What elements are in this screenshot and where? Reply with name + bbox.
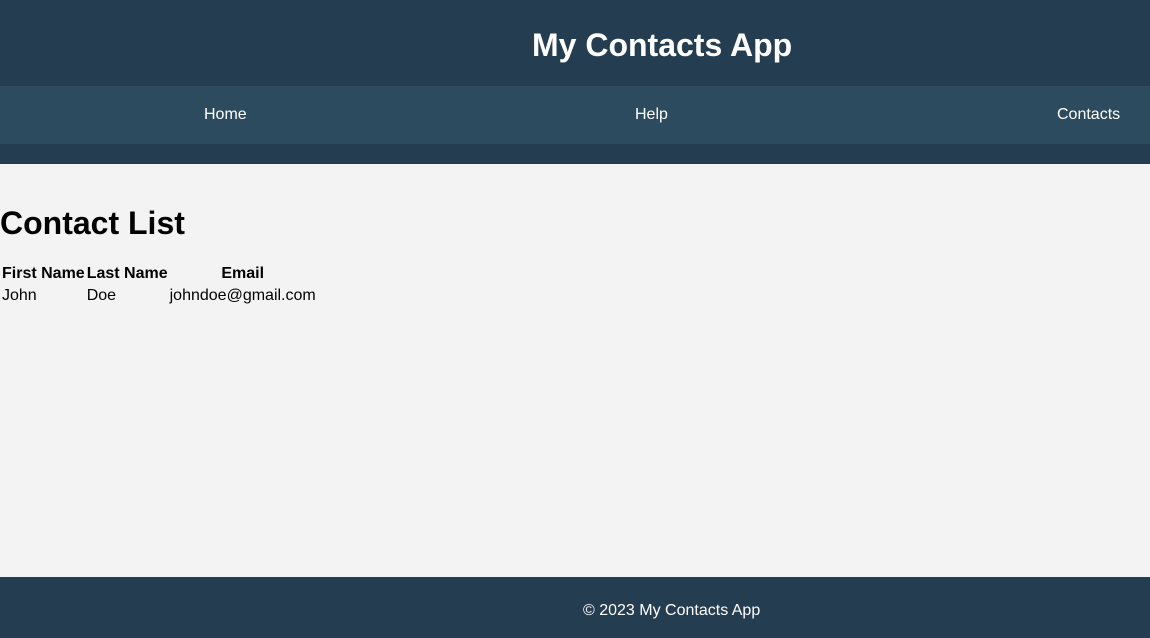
table-header: First Name Last Name Email [2, 264, 316, 284]
contacts-table: First Name Last Name Email John Doe john… [0, 262, 318, 308]
table-header-row: First Name Last Name Email [2, 264, 316, 284]
column-header-first-name: First Name [2, 265, 85, 282]
nav-link-home[interactable]: Home [204, 86, 247, 144]
column-header-last-name: Last Name [86, 265, 168, 282]
table-row: John Doe johndoe@gmail.com [2, 286, 316, 306]
app-header: My Contacts App Home Help Contacts [0, 0, 1150, 164]
nav-link-contacts[interactable]: Contacts [1057, 86, 1120, 144]
cell-first-name: John [2, 287, 37, 304]
cell-email: johndoe@gmail.com [169, 287, 316, 304]
footer-copyright: © 2023 My Contacts App [583, 602, 761, 619]
page: My Contacts App Home Help Contacts Conta… [0, 0, 1150, 638]
cell-last-name: Doe [86, 287, 117, 304]
main-nav: Home Help Contacts [0, 86, 1150, 144]
app-title: My Contacts App [532, 27, 793, 63]
app-footer: © 2023 My Contacts App [0, 577, 1150, 638]
column-header-email: Email [221, 265, 265, 282]
nav-link-help[interactable]: Help [635, 86, 668, 144]
page-title: Contact List [0, 205, 185, 241]
main-content: Contact List First Name Last Name Email … [0, 164, 1150, 577]
table-body: John Doe johndoe@gmail.com [2, 286, 316, 306]
